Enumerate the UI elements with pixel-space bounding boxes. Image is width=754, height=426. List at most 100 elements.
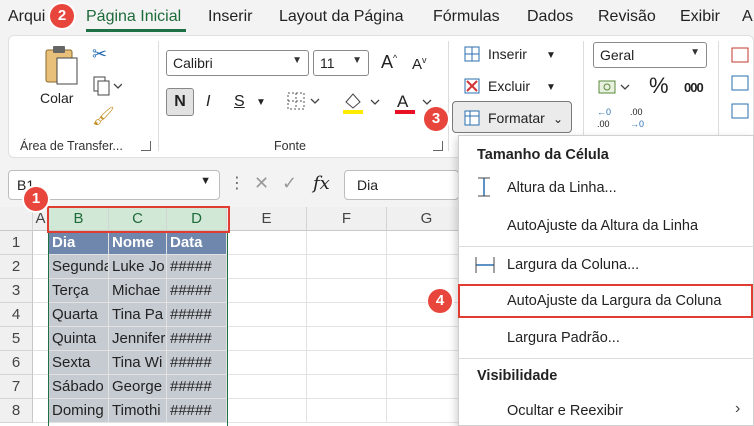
- cancel-icon[interactable]: ✕: [254, 173, 269, 194]
- cell[interactable]: Luke Jo: [109, 255, 167, 279]
- cell[interactable]: Quarta: [49, 303, 109, 327]
- cut-icon[interactable]: ✂: [92, 44, 107, 65]
- cell[interactable]: [307, 231, 387, 255]
- tab-inserir[interactable]: Inserir: [208, 8, 252, 26]
- cell[interactable]: [227, 303, 307, 327]
- cell[interactable]: #####: [167, 303, 227, 327]
- cell[interactable]: #####: [167, 279, 227, 303]
- enter-icon[interactable]: ✓: [282, 173, 297, 194]
- cell[interactable]: #####: [167, 399, 227, 423]
- cell[interactable]: Doming: [49, 399, 109, 423]
- cell[interactable]: [33, 255, 49, 279]
- font-name-dropdown[interactable]: Calibri ▼: [166, 50, 309, 76]
- cell[interactable]: [387, 399, 467, 423]
- number-format-dropdown[interactable]: Geral ▼: [593, 42, 707, 68]
- cell[interactable]: #####: [167, 375, 227, 399]
- menu-item-column-width[interactable]: Largura da Coluna...: [507, 257, 639, 273]
- menu-item-hide-unhide[interactable]: Ocultar e Reexibir: [507, 403, 623, 419]
- row-header[interactable]: 6: [0, 351, 33, 375]
- cell[interactable]: [227, 351, 307, 375]
- cell[interactable]: #####: [167, 351, 227, 375]
- cell[interactable]: [33, 327, 49, 351]
- cell[interactable]: [387, 279, 467, 303]
- cell[interactable]: Jennifer: [109, 327, 167, 351]
- row-header[interactable]: 4: [0, 303, 33, 327]
- menu-item-autofit-row-height[interactable]: AutoAjuste da Altura da Linha: [507, 218, 698, 234]
- increase-font-icon[interactable]: A^: [381, 52, 397, 73]
- thousands-icon[interactable]: 000: [684, 80, 704, 95]
- menu-item-default-width[interactable]: Largura Padrão...: [507, 330, 620, 346]
- row-header[interactable]: 3: [0, 279, 33, 303]
- italic-button[interactable]: I: [206, 93, 210, 111]
- cell[interactable]: #####: [167, 327, 227, 351]
- cell[interactable]: [307, 279, 387, 303]
- cell[interactable]: [33, 399, 49, 423]
- fill-color-icon[interactable]: [341, 90, 385, 116]
- cell[interactable]: [33, 279, 49, 303]
- cell[interactable]: Quinta: [49, 327, 109, 351]
- styles-icons[interactable]: [730, 46, 750, 126]
- chevron-down-icon[interactable]: ▼: [256, 97, 266, 108]
- decrease-decimal-icon[interactable]: .00 →0: [630, 106, 654, 130]
- row-header[interactable]: 7: [0, 375, 33, 399]
- cell[interactable]: [387, 303, 467, 327]
- tab-pagina-inicial[interactable]: Página Inicial: [86, 8, 181, 26]
- cell[interactable]: [387, 327, 467, 351]
- cell[interactable]: Nome: [109, 231, 167, 255]
- cell[interactable]: Sábado: [49, 375, 109, 399]
- tab-formulas[interactable]: Fórmulas: [433, 8, 500, 26]
- cell[interactable]: Data: [167, 231, 227, 255]
- cell[interactable]: [387, 231, 467, 255]
- tab-more[interactable]: A: [742, 8, 753, 26]
- increase-decimal-icon[interactable]: ←0 .00: [597, 106, 621, 130]
- cell[interactable]: [307, 375, 387, 399]
- row-header[interactable]: 5: [0, 327, 33, 351]
- cell[interactable]: [387, 375, 467, 399]
- borders-icon[interactable]: [287, 92, 321, 112]
- font-launcher-icon[interactable]: [433, 141, 443, 151]
- formula-input[interactable]: Dia: [344, 170, 459, 200]
- tab-arquivo[interactable]: Arqui: [8, 8, 45, 26]
- bold-button[interactable]: N: [166, 88, 194, 116]
- tab-exibir[interactable]: Exibir: [680, 8, 720, 26]
- cell[interactable]: [227, 255, 307, 279]
- cell[interactable]: Tina Wi: [109, 351, 167, 375]
- cell[interactable]: Tina Pa: [109, 303, 167, 327]
- font-size-dropdown[interactable]: 11 ▼: [313, 50, 369, 76]
- cell[interactable]: [387, 351, 467, 375]
- currency-icon[interactable]: [597, 78, 633, 98]
- clipboard-launcher-icon[interactable]: [141, 141, 151, 151]
- cell[interactable]: Michae: [109, 279, 167, 303]
- insert-label[interactable]: Inserir: [488, 46, 527, 62]
- insert-cells-icon[interactable]: [463, 45, 483, 63]
- paste-label[interactable]: Colar: [40, 90, 73, 106]
- cell[interactable]: [307, 327, 387, 351]
- cell[interactable]: [227, 279, 307, 303]
- cell[interactable]: #####: [167, 255, 227, 279]
- cell[interactable]: [33, 231, 49, 255]
- copy-icon[interactable]: [92, 76, 122, 96]
- row-header[interactable]: 1: [0, 231, 33, 255]
- col-header-g[interactable]: G: [387, 207, 467, 231]
- tab-dados[interactable]: Dados: [527, 8, 573, 26]
- underline-button[interactable]: S: [234, 93, 245, 111]
- row-header[interactable]: 8: [0, 399, 33, 423]
- cell[interactable]: [307, 351, 387, 375]
- decrease-font-icon[interactable]: Av: [412, 55, 427, 73]
- cell[interactable]: Sexta: [49, 351, 109, 375]
- col-header-f[interactable]: F: [307, 207, 387, 231]
- cell[interactable]: [227, 231, 307, 255]
- row-header[interactable]: 2: [0, 255, 33, 279]
- select-all-corner[interactable]: [0, 207, 33, 231]
- menu-item-row-height[interactable]: Altura da Linha...: [507, 180, 617, 196]
- cell[interactable]: George: [109, 375, 167, 399]
- cell[interactable]: [227, 327, 307, 351]
- cell[interactable]: Segunda: [49, 255, 109, 279]
- cell[interactable]: [227, 399, 307, 423]
- cell[interactable]: [227, 375, 307, 399]
- cell[interactable]: Dia: [49, 231, 109, 255]
- cell[interactable]: [307, 303, 387, 327]
- paste-icon[interactable]: [42, 44, 80, 88]
- cell[interactable]: Timothi: [109, 399, 167, 423]
- insert-function-icon[interactable]: fx: [313, 173, 330, 194]
